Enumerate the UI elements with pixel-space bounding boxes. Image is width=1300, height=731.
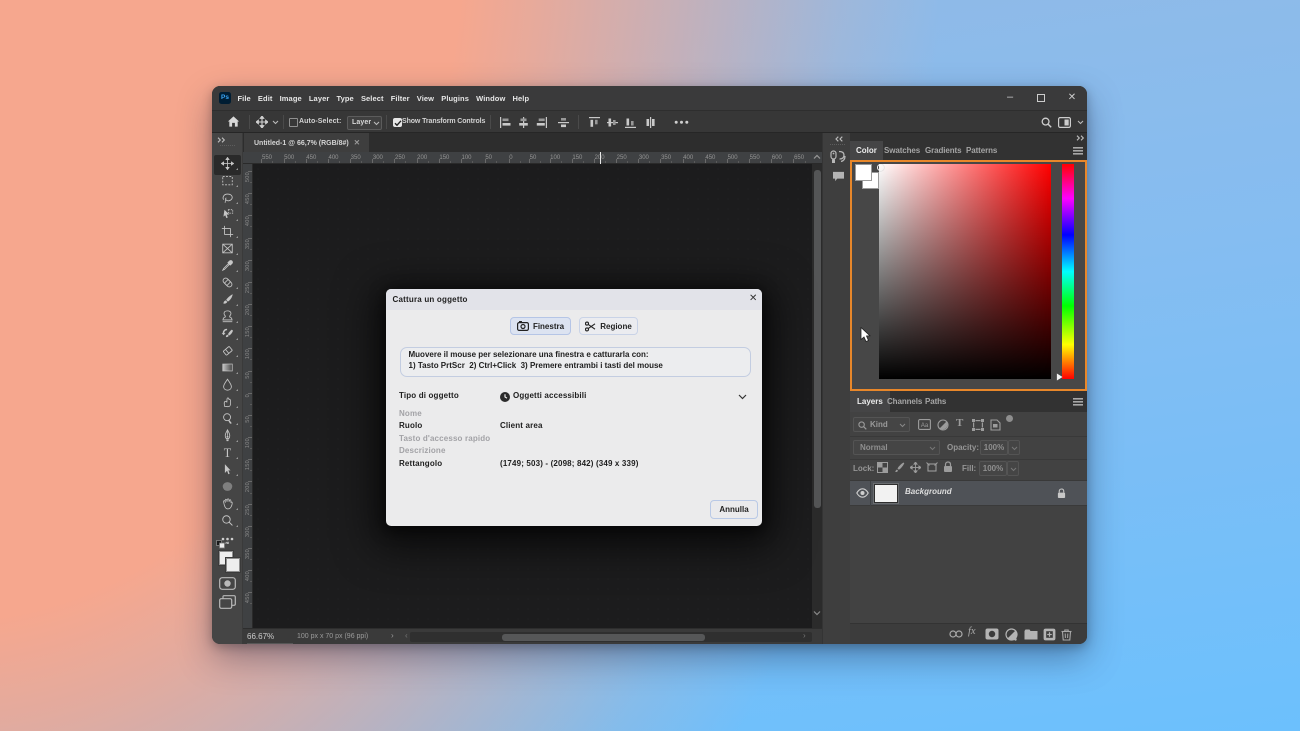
svg-text:T: T (224, 446, 232, 459)
svg-text:Aa: Aa (921, 423, 929, 429)
